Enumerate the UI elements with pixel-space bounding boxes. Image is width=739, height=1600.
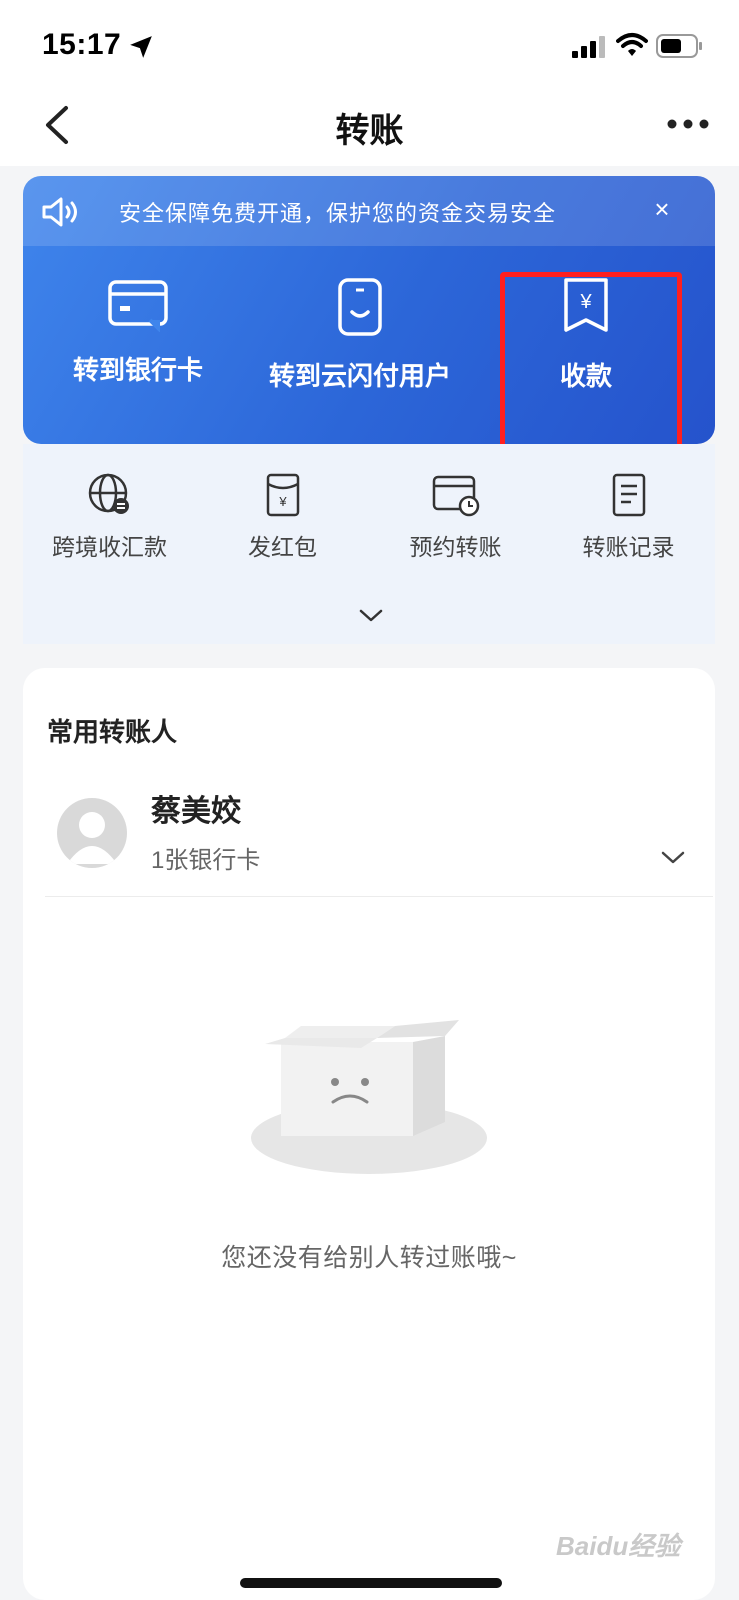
- home-indicator[interactable]: [240, 1578, 502, 1588]
- transfer-record-icon: [612, 473, 645, 517]
- globe-exchange-icon: [88, 473, 129, 514]
- cross-border-remittance-label: 跨境收汇款: [52, 534, 167, 560]
- secondary-actions-panel: 跨境收汇款 ¥ 发红包 预约转账 转账记录: [23, 444, 715, 644]
- cross-border-remittance-button[interactable]: 跨境收汇款: [23, 472, 196, 562]
- red-envelope-icon: ¥: [266, 473, 299, 517]
- security-notice-text: 安全保障免费开通，保护您的资金交易安全: [119, 201, 557, 226]
- transfer-record-button[interactable]: 转账记录: [542, 472, 715, 562]
- payee-card-count: 1张银行卡: [151, 847, 261, 874]
- location-arrow-icon: [130, 36, 152, 58]
- frequent-payees-card: 常用转账人 蔡美姣 1张银行卡 您还没有给别人转过账哦~: [23, 668, 715, 1600]
- red-envelope-label: 发红包: [248, 534, 317, 560]
- chevron-down-icon[interactable]: [661, 850, 685, 866]
- scheduled-transfer-label: 预约转账: [409, 534, 502, 560]
- transfer-to-yunshanfu-user-button[interactable]: 转到云闪付用户: [245, 276, 475, 426]
- security-notice-bar[interactable]: 安全保障免费开通，保护您的资金交易安全 ×: [23, 176, 715, 246]
- close-notice-icon[interactable]: ×: [647, 194, 677, 224]
- empty-box-illustration: [251, 1020, 487, 1174]
- transfer-to-bank-card-button[interactable]: 转到银行卡: [23, 276, 253, 426]
- baidu-watermark: Baidu经验: [556, 1531, 681, 1561]
- scheduled-transfer-button[interactable]: 预约转账: [369, 472, 542, 562]
- highlight-annotation-box: [500, 272, 682, 450]
- payee-name[interactable]: 蔡美姣: [151, 786, 241, 830]
- transfer-to-yunshanfu-user-label: 转到云闪付用户: [268, 361, 451, 391]
- frequent-payees-title: 常用转账人: [47, 717, 178, 747]
- expand-more-chevron-icon[interactable]: [358, 608, 384, 624]
- scheduled-transfer-icon: [432, 475, 479, 517]
- svg-text:¥: ¥: [278, 494, 287, 509]
- wifi-icon: [616, 33, 648, 56]
- speaker-icon: [42, 197, 77, 227]
- transfer-record-label: 转账记录: [582, 534, 675, 560]
- phone-user-icon: [338, 278, 382, 336]
- red-envelope-button[interactable]: ¥ 发红包: [196, 472, 369, 562]
- status-time: 15:17: [42, 28, 122, 61]
- default-avatar-icon: [67, 812, 117, 864]
- cellular-signal-icon: [572, 36, 605, 58]
- page-title: 转账: [335, 112, 404, 150]
- empty-state-message: 您还没有给别人转过账哦~: [221, 1244, 517, 1272]
- battery-icon: [656, 34, 702, 58]
- divider: [45, 896, 713, 897]
- more-options-icon[interactable]: [666, 118, 710, 130]
- bank-card-icon: [108, 280, 168, 332]
- transfer-to-bank-card-label: 转到银行卡: [72, 355, 203, 385]
- avatar: [57, 798, 127, 868]
